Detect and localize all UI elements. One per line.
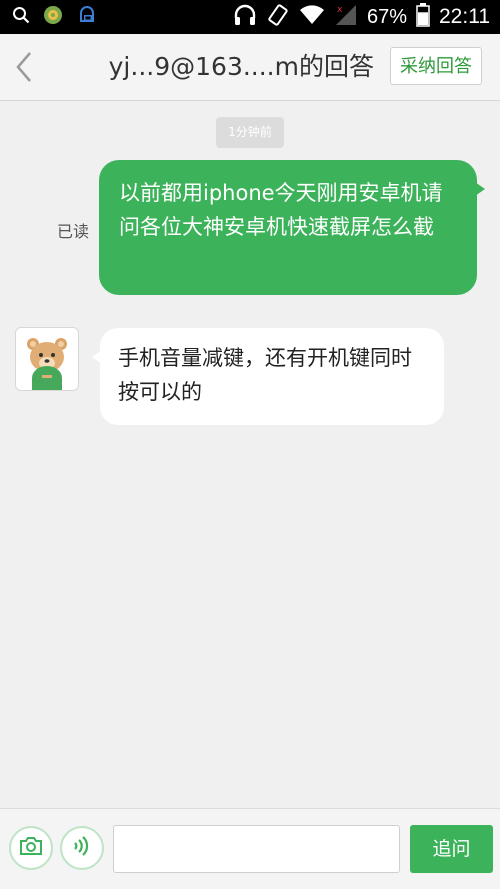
bear-avatar-icon bbox=[27, 338, 67, 390]
header: yj...9@163....m的回答 采纳回答 bbox=[0, 34, 500, 101]
headset-icon bbox=[233, 4, 257, 30]
clock: 22:11 bbox=[439, 5, 490, 28]
sent-message-bubble: 以前都用iphone今天刚用安卓机请问各位大神安卓机快速截屏怎么截 bbox=[99, 160, 485, 295]
status-bar: x 67% 22:11 bbox=[0, 0, 500, 34]
search-icon bbox=[12, 6, 30, 28]
signal-icon: x bbox=[334, 4, 358, 30]
battery-percent: 67% bbox=[366, 5, 407, 28]
camera-icon bbox=[19, 836, 43, 860]
ask-button[interactable]: 追问 bbox=[410, 825, 493, 873]
message-input[interactable] bbox=[113, 825, 400, 873]
svg-text:x: x bbox=[337, 5, 343, 15]
battery-icon bbox=[416, 3, 430, 31]
sent-message-text: 以前都用iphone今天刚用安卓机请问各位大神安卓机快速截屏怎么截 bbox=[119, 181, 443, 239]
received-message-bubble: 手机音量减键，还有开机键同时按可以的 bbox=[92, 328, 444, 425]
read-status: 已读 bbox=[57, 222, 90, 241]
back-chevron-icon bbox=[8, 52, 42, 91]
bubble-tail bbox=[475, 182, 485, 196]
status-bar-right: x 67% 22:11 bbox=[233, 0, 490, 34]
back-button[interactable] bbox=[8, 47, 42, 87]
vibrate-icon bbox=[266, 3, 290, 31]
page-title: yj...9@163....m的回答 bbox=[108, 52, 374, 81]
camera-button[interactable] bbox=[9, 826, 53, 870]
message-timestamp: 1分钟前 bbox=[216, 117, 284, 148]
avatar[interactable] bbox=[15, 327, 79, 391]
notification-icon bbox=[76, 4, 98, 30]
accept-answer-button[interactable]: 采纳回答 bbox=[390, 47, 482, 85]
app-icon bbox=[43, 5, 63, 29]
bubble-tail bbox=[92, 350, 102, 364]
voice-icon bbox=[72, 834, 92, 862]
received-message-text: 手机音量减键，还有开机键同时按可以的 bbox=[118, 346, 412, 404]
voice-button[interactable] bbox=[60, 826, 104, 870]
wifi-icon bbox=[299, 5, 325, 29]
bottom-bar: 追问 bbox=[0, 808, 500, 889]
status-bar-left bbox=[12, 0, 98, 34]
